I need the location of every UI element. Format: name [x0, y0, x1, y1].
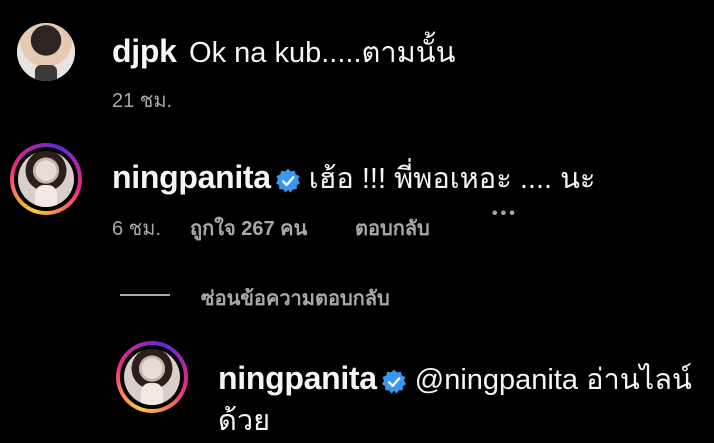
likes-count[interactable]: ถูกใจ 267 คน	[190, 212, 307, 244]
comment-ningpanita: ningpanita เฮ้อ !!! พี่พอเหอะ .... นะ	[112, 155, 596, 201]
reply-text-line1: @ningpanita อ่านไลน์	[414, 364, 692, 396]
verified-badge-icon	[275, 168, 300, 193]
more-options-icon[interactable]: •••	[492, 205, 518, 223]
hide-replies-button[interactable]: ซ่อนข้อความตอบกลับ	[201, 282, 390, 314]
comment-djpk: djpk Ok na kub.....ตามนั้น	[112, 29, 455, 75]
comment-timestamp[interactable]: 21 ชม.	[112, 84, 172, 116]
reply-ningpanita: ningpanita @ningpanita อ่านไลน์	[218, 356, 692, 402]
comment-username[interactable]: djpk	[112, 33, 177, 69]
comment-timestamp[interactable]: 6 ชม.	[112, 212, 161, 244]
reply-text-line2: ด้วย	[218, 405, 271, 437]
comment-text: Ok na kub.....ตามนั้น	[189, 37, 456, 69]
avatar-ningpanita[interactable]	[10, 143, 82, 215]
verified-badge-icon	[381, 369, 406, 394]
comment-text: เฮ้อ !!! พี่พอเหอะ .... นะ	[308, 163, 596, 195]
avatar-djpk[interactable]	[17, 23, 75, 81]
replies-divider-line	[120, 294, 170, 296]
avatar-ningpanita-reply[interactable]	[116, 341, 188, 413]
comment-username[interactable]: ningpanita	[112, 159, 271, 195]
reply-button[interactable]: ตอบกลับ	[355, 212, 430, 244]
reply-username[interactable]: ningpanita	[218, 360, 377, 396]
